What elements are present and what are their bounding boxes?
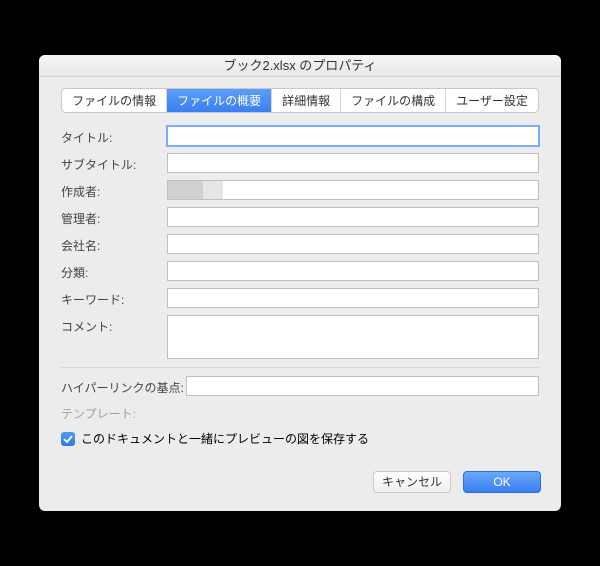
tab-file-structure[interactable]: ファイルの構成	[341, 89, 446, 112]
label-company: 会社名:	[61, 234, 167, 254]
input-manager[interactable]	[167, 207, 539, 227]
tab-file-info[interactable]: ファイルの情報	[62, 89, 167, 112]
label-subtitle: サブタイトル:	[61, 153, 167, 173]
label-comments: コメント:	[61, 315, 167, 335]
divider	[61, 367, 539, 368]
ok-button[interactable]: OK	[463, 471, 541, 493]
label-template: テンプレート:	[61, 403, 539, 428]
label-hyperlink-base: ハイパーリンクの基点:	[61, 376, 186, 396]
label-save-preview: このドキュメントと一緒にプレビューの図を保存する	[81, 430, 369, 447]
checkbox-save-preview[interactable]	[61, 432, 75, 446]
save-preview-row[interactable]: このドキュメントと一緒にプレビューの図を保存する	[61, 428, 539, 449]
input-subtitle[interactable]	[167, 153, 539, 173]
tab-file-summary[interactable]: ファイルの概要	[167, 89, 272, 112]
summary-form: タイトル: サブタイトル: 作成者: 管理者: 会社名: 分類: キーワード:	[39, 120, 561, 457]
input-hyperlink-base[interactable]	[186, 376, 539, 396]
label-title: タイトル:	[61, 126, 167, 146]
tab-bar: ファイルの情報 ファイルの概要 詳細情報 ファイルの構成 ユーザー設定	[39, 77, 561, 120]
label-author: 作成者:	[61, 180, 167, 200]
label-keywords: キーワード:	[61, 288, 167, 308]
dialog-footer: キャンセル OK	[39, 457, 561, 511]
check-icon	[63, 434, 73, 444]
properties-dialog: ブック2.xlsx のプロパティ ファイルの情報 ファイルの概要 詳細情報 ファ…	[39, 55, 561, 511]
input-category[interactable]	[167, 261, 539, 281]
label-category: 分類:	[61, 261, 167, 281]
tab-details[interactable]: 詳細情報	[272, 89, 341, 112]
tab-user-settings[interactable]: ユーザー設定	[446, 89, 538, 112]
cancel-button[interactable]: キャンセル	[373, 471, 451, 493]
input-company[interactable]	[167, 234, 539, 254]
label-manager: 管理者:	[61, 207, 167, 227]
window-title: ブック2.xlsx のプロパティ	[39, 55, 561, 77]
input-keywords[interactable]	[167, 288, 539, 308]
input-title[interactable]	[167, 126, 539, 146]
input-comments[interactable]	[167, 315, 539, 359]
input-author[interactable]	[167, 180, 539, 200]
